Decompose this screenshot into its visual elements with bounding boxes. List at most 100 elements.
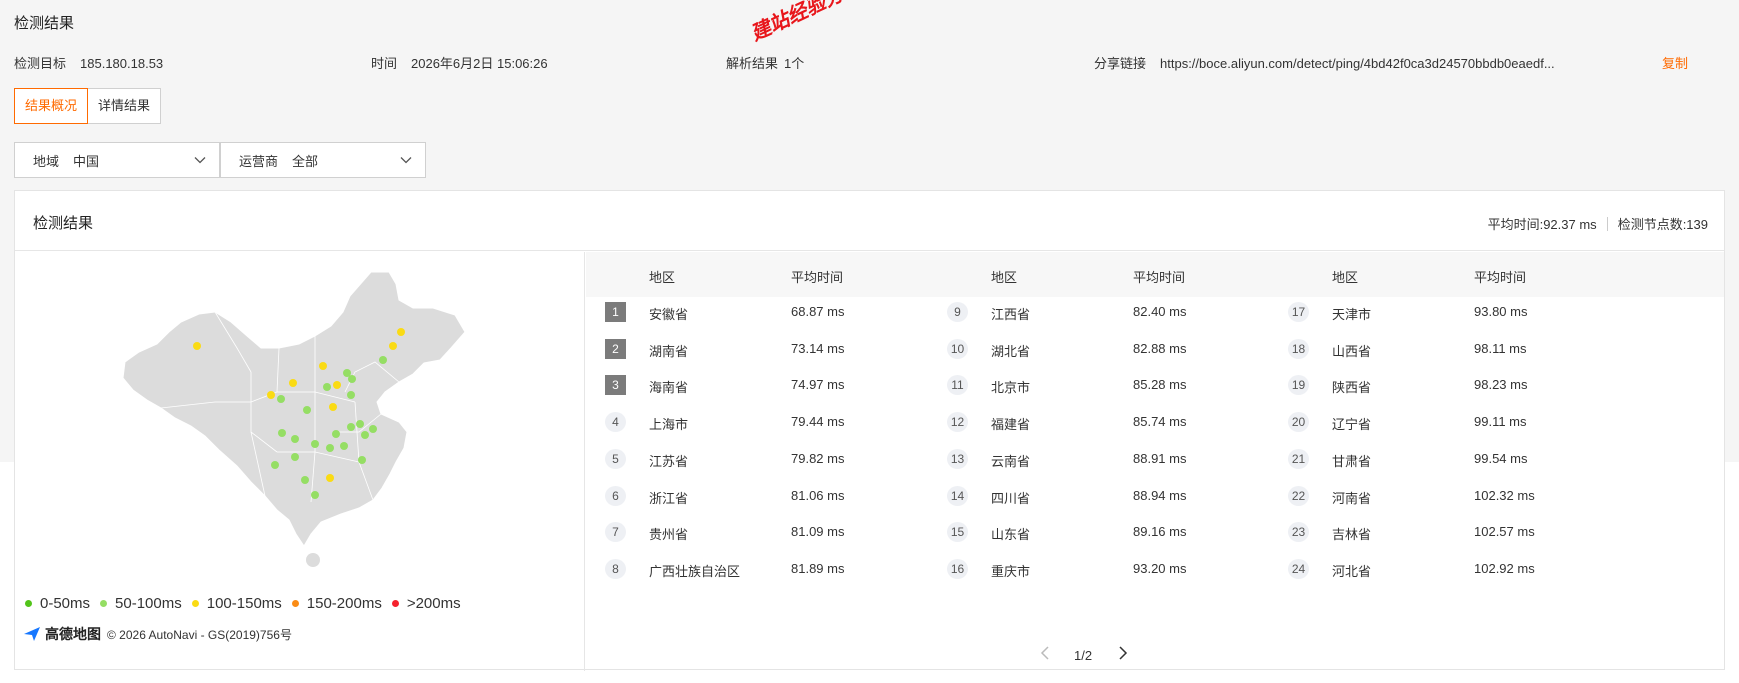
avg-time-value: 93.20 ms [1133,561,1187,576]
amap-logo-text: 高德地图 [45,626,101,642]
region-name: 上海市 [649,417,689,432]
resolve-result: 解析结果 1个 [726,53,804,72]
tab-details[interactable]: 详情结果 [88,88,162,124]
region-name: 湖南省 [649,344,689,359]
avg-time-value: 74.97 ms [791,377,845,392]
legend-dot [191,600,199,607]
rank-badge: 7 [605,522,626,542]
col-header-avg-time: 平均时间 [1474,270,1527,285]
legend-label: 150-200ms [306,595,382,612]
detect-target-label: 检测目标 [14,56,67,71]
legend-dot [291,600,299,607]
region-name: 海南省 [649,380,689,395]
chevron-left-icon[interactable] [1038,645,1054,661]
avg-time-value: 99.11 ms [1474,414,1527,429]
map-credit: 高德地图 © 2026 AutoNavi - GS(2019)756号 [23,624,292,644]
legend-item: 0-50ms [25,595,90,612]
region-name: 安徽省 [649,307,689,322]
region-select[interactable]: 地域 中国 [14,142,220,178]
share-link-url[interactable]: https://boce.aliyun.com/detect/ping/4bd4… [1160,56,1555,71]
legend-item: 50-100ms [100,595,182,612]
region-name: 河北省 [1332,564,1372,579]
region-name: 江苏省 [649,454,689,469]
table-header: 地区 平均时间 地区 平均时间 地区 平均时间 [586,252,1724,297]
results-panel: 检测结果 平均时间:92.37 ms 检测节点数:139 0-50ms 50-1… [14,190,1725,671]
avg-time-value: 68.87 ms [791,304,845,319]
avg-time-value: 88.91 ms [1133,451,1187,466]
avg-time-value: 102.92 ms [1474,561,1535,576]
rank-badge: 24 [1288,559,1309,579]
region-name: 云南省 [991,454,1031,469]
avg-time-value: 102.57 ms [1474,524,1535,539]
rank-badge: 13 [947,449,968,469]
average-time: 平均时间:92.37 ms [1487,217,1597,232]
watermark: 建站经验分享-www.w... [745,0,947,46]
region-name: 江西省 [991,307,1031,322]
region-name: 河南省 [1332,491,1372,506]
china-map[interactable]: 0-50ms 50-100ms 100-150ms 150-200ms >200… [15,252,585,671]
rank-badge: 9 [947,302,968,322]
page-indicator: 1/2 [1074,647,1093,663]
stats-divider [1606,216,1608,231]
panel-stats: 平均时间:92.37 ms 检测节点数:139 [1488,214,1708,233]
rank-badge: 20 [1288,412,1309,432]
region-name: 重庆市 [991,564,1031,579]
hainan-island [306,553,320,567]
region-name: 浙江省 [649,491,689,506]
avg-time-value: 99.54 ms [1474,451,1528,466]
legend-dot [25,600,32,607]
rank-badge: 22 [1288,486,1309,506]
region-name: 甘肃省 [1332,454,1372,469]
region-name: 广西壮族自治区 [649,564,741,579]
avg-time-value: 82.88 ms [1133,341,1187,356]
rank-badge: 17 [1288,302,1309,322]
tab-overview[interactable]: 结果概况 [14,88,89,124]
isp-select-label: 运营商 [239,153,279,169]
avg-time-value: 85.74 ms [1133,414,1187,429]
rank-badge: 8 [605,559,626,579]
legend-label: 0-50ms [40,595,91,612]
rank-badge: 1 [605,302,626,322]
result-tabs: 结果概况 详情结果 [14,88,162,124]
panel-title: 检测结果 [33,215,94,232]
rank-badge: 4 [605,412,626,432]
legend-label: 50-100ms [115,595,182,612]
isp-select[interactable]: 运营商 全部 [220,142,426,178]
chevron-down-icon [400,157,412,164]
detect-target: 检测目标 185.180.18.53 [14,53,163,72]
page-title: 检测结果 [14,15,75,32]
rank-badge: 11 [947,375,968,395]
panel-header: 检测结果 平均时间:92.37 ms 检测节点数:139 [15,191,1724,251]
rank-badge: 14 [947,486,968,506]
avg-time-value: 73.14 ms [791,341,845,356]
chevron-right-icon[interactable] [1114,645,1130,661]
legend-label: >200ms [406,595,461,612]
region-name: 吉林省 [1332,527,1372,542]
region-name: 福建省 [991,417,1031,432]
china-outline [122,271,466,547]
detect-time-value: 2026年6月2日 15:06:26 [411,56,548,71]
region-name: 四川省 [991,491,1031,506]
avg-time-value: 98.11 ms [1474,341,1527,356]
col-header-region: 地区 [649,270,676,285]
rank-badge: 2 [605,339,626,359]
legend-item: 150-200ms [291,595,382,612]
rank-badge: 3 [605,375,626,395]
region-name: 陕西省 [1332,380,1372,395]
col-header-region: 地区 [1332,270,1359,285]
rank-badge: 18 [1288,339,1309,359]
share-link: 分享链接 https://boce.aliyun.com/detect/ping/… [1094,53,1555,72]
detect-time: 时间 2026年6月2日 15:06:26 [371,53,548,72]
resolve-result-label: 解析结果 [726,56,779,71]
copy-link-button[interactable]: 复制 [1662,53,1688,72]
avg-time-value: 85.28 ms [1133,377,1187,392]
pagination: 1/2 [1038,645,1130,663]
isp-select-value: 全部 [292,153,319,169]
chevron-down-icon [194,157,206,164]
legend-dot [391,600,399,607]
detect-target-value: 185.180.18.53 [80,56,164,71]
region-name: 湖北省 [991,344,1031,359]
legend-dot [100,600,108,607]
legend-item: >200ms [391,595,461,612]
china-map-svg [122,271,466,567]
